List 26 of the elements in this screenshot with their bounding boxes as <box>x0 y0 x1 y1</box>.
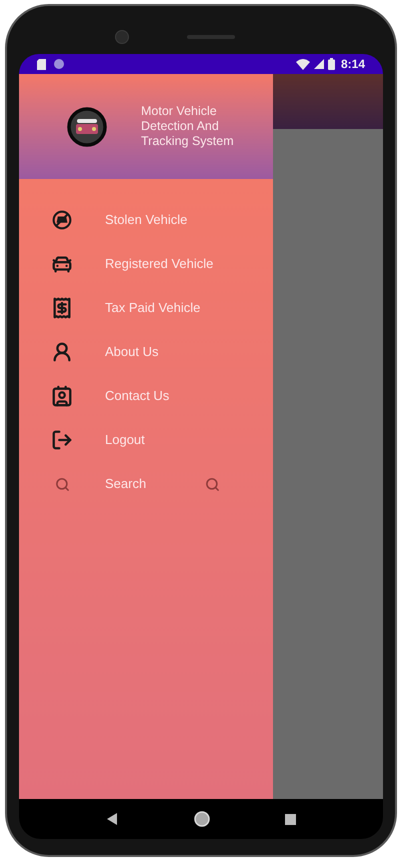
menu-item[interactable]: Contact Us <box>19 374 273 418</box>
menu-item[interactable]: Tax Paid Vehicle <box>19 286 273 330</box>
camera-icon <box>115 30 129 44</box>
menu-item[interactable]: Registered Vehicle <box>19 242 273 286</box>
signal-icon <box>314 59 324 69</box>
search-icon <box>54 476 70 492</box>
menu-item[interactable]: Logout <box>19 418 273 462</box>
menu-item[interactable]: Stolen Vehicle <box>19 198 273 242</box>
wifi-icon <box>296 58 310 70</box>
search-menu-item[interactable]: Search <box>19 462 273 506</box>
home-icon[interactable] <box>194 811 210 827</box>
dot-icon <box>54 59 64 69</box>
sd-card-icon <box>37 58 46 70</box>
logout-icon <box>51 429 73 451</box>
user-icon <box>51 341 73 363</box>
app-title: Motor Vehicle Detection And Tracking System <box>141 104 235 149</box>
clock-time: 8:14 <box>340 56 365 73</box>
contact-card-icon <box>51 385 73 407</box>
battery-icon <box>328 58 335 70</box>
search-icon <box>205 476 220 492</box>
receipt-icon <box>51 297 73 319</box>
recents-icon[interactable] <box>284 814 296 824</box>
no-car-icon <box>52 210 72 230</box>
menu-item[interactable]: About Us <box>19 330 273 374</box>
back-icon[interactable] <box>106 813 118 825</box>
car-logo-icon <box>67 106 107 146</box>
